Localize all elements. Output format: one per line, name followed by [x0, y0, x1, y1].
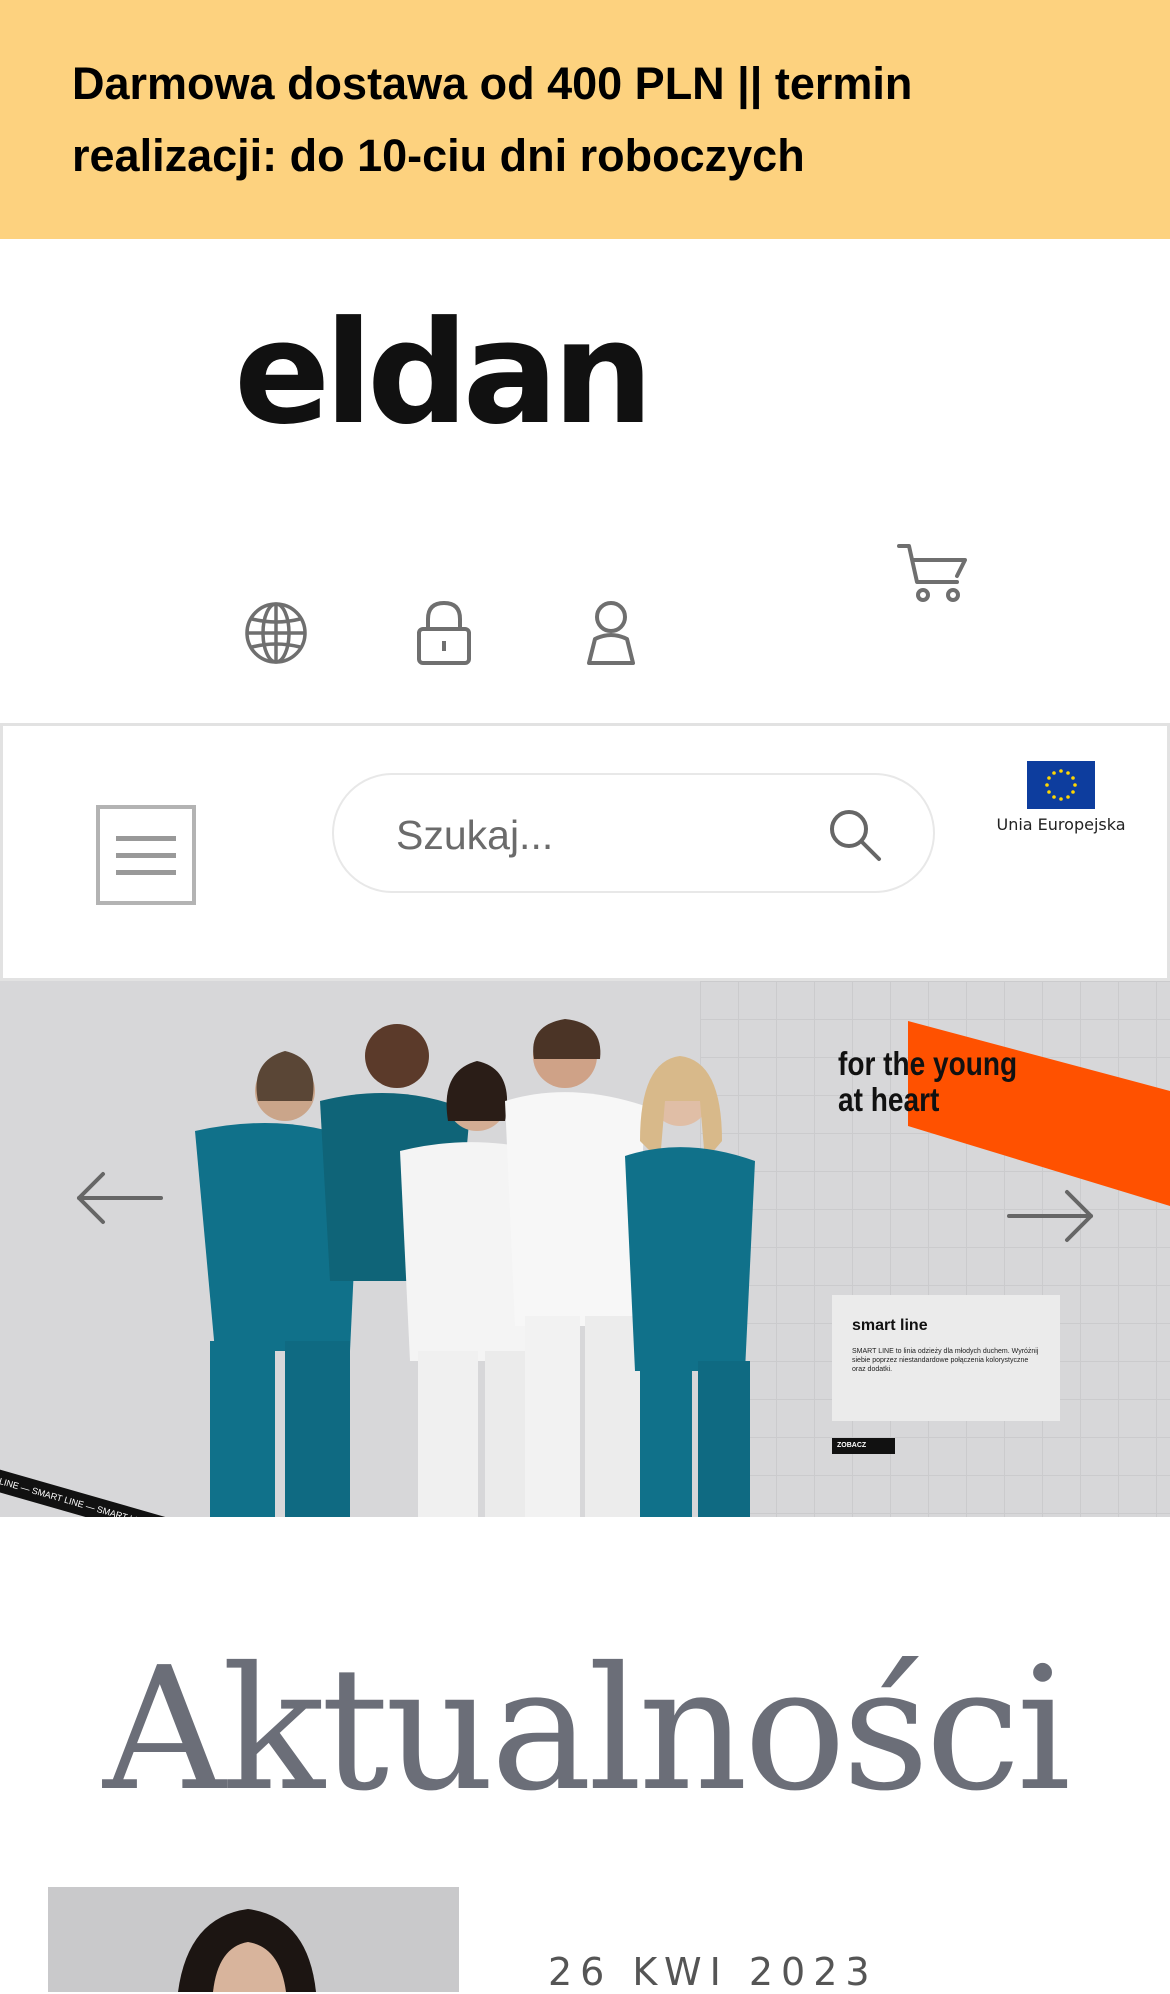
- header-bar: Unia Europejska: [0, 723, 1170, 981]
- hero-tagline-line2: at heart: [838, 1081, 940, 1118]
- hero-tagline-line1: for the young: [838, 1045, 1018, 1082]
- arrow-left-icon[interactable]: [75, 1168, 165, 1228]
- hero-tagline: for the young at heart: [838, 1046, 1017, 1118]
- news-section-title: Aktualności: [103, 1631, 1071, 1829]
- hero-card-description: SMART LINE to linia odzieży dla młodych …: [852, 1348, 1039, 1373]
- news-date: 26 KWI 2023: [548, 1950, 878, 1994]
- cart-icon[interactable]: [895, 540, 970, 605]
- user-icon[interactable]: [583, 599, 639, 667]
- logo[interactable]: eldan: [234, 303, 654, 445]
- hamburger-icon[interactable]: [96, 805, 196, 905]
- hero-cta-label: ZOBACZ: [837, 1442, 867, 1449]
- news-thumbnail[interactable]: [48, 1887, 459, 1992]
- hero-slider[interactable]: for the young at heart smart line SMART …: [0, 981, 1170, 1517]
- search-icon[interactable]: [827, 807, 883, 863]
- promo-text: Darmowa dostawa od 400 PLN || termin rea…: [72, 58, 913, 181]
- search-input[interactable]: [394, 805, 828, 865]
- hero-card: smart line SMART LINE to linia odzieży d…: [832, 1295, 1060, 1421]
- eu-badge[interactable]: Unia Europejska: [991, 761, 1131, 851]
- hero-card-title: smart line: [852, 1317, 928, 1334]
- globe-icon[interactable]: [242, 599, 310, 667]
- search-box: [332, 773, 935, 893]
- promo-bar: Darmowa dostawa od 400 PLN || termin rea…: [0, 0, 1170, 239]
- eu-label: Unia Europejska: [996, 815, 1126, 834]
- eu-flag-icon: [1027, 761, 1095, 809]
- arrow-right-icon[interactable]: [1005, 1186, 1095, 1246]
- lock-icon[interactable]: [414, 599, 474, 667]
- hero-cta-button[interactable]: ZOBACZ: [832, 1438, 895, 1454]
